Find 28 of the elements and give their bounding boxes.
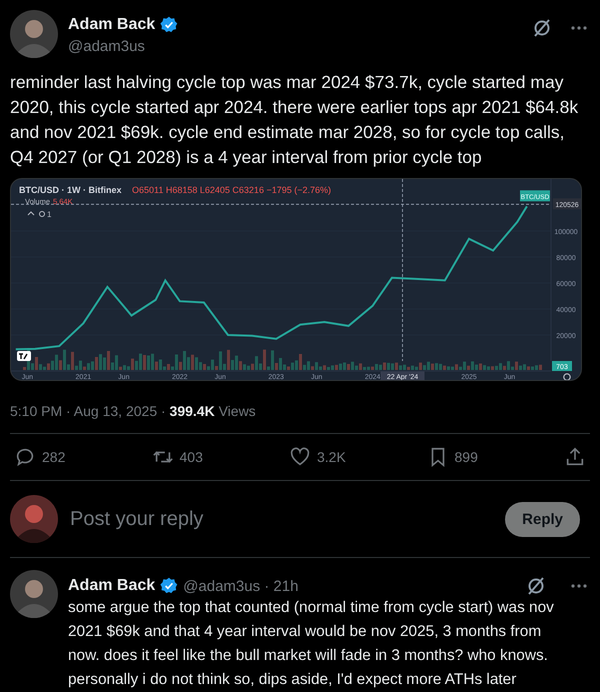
more-icon[interactable] [570, 25, 588, 31]
reply-input-field[interactable]: Post your reply [68, 506, 496, 532]
post-text: reminder last halving cycle top was mar 2024 $73.7k, cycle started may 2020, this cycle started apr 2024. there were earlier tops apr 2021 $64.8k and nov 2021 $69k. cycle end estimate mar 2028, so for cycle top calls, Q4 2027 (or Q1 2028) is a 4 year interval from prior cycle top [10, 71, 580, 169]
reply-button[interactable]: Reply [505, 502, 580, 537]
settings-icon[interactable] [563, 373, 571, 380]
ohlc-values: O65011 H68158 L62405 C63216 −1795 (−2.76%) [132, 185, 331, 195]
author-name[interactable]: Adam Back [68, 16, 156, 34]
bookmark-action[interactable]: 899 [426, 446, 526, 468]
comment-icon [14, 446, 36, 468]
slashed-circle-icon[interactable] [532, 18, 552, 38]
avatar[interactable] [10, 495, 58, 544]
reply-action[interactable]: 282 [14, 446, 114, 468]
like-action[interactable]: 3.2K [289, 446, 389, 468]
author-name[interactable]: Adam Back [68, 577, 156, 595]
author-handle[interactable]: @adam3us · 21h [183, 578, 298, 594]
eye-icon[interactable] [39, 211, 45, 217]
collapse-icon[interactable] [28, 211, 34, 216]
avatar[interactable] [10, 10, 58, 58]
repost-action[interactable]: 403 [152, 446, 252, 468]
chart-symbol: BTC/USD · 1W · Bitfinex [19, 185, 122, 195]
slashed-circle-icon[interactable] [526, 576, 546, 596]
author-handle[interactable]: @adam3us [68, 38, 522, 55]
more-icon[interactable] [570, 583, 588, 589]
avatar[interactable] [10, 570, 58, 618]
indicator-count: 1 [47, 210, 52, 219]
tradingview-logo-icon [17, 351, 31, 361]
reply-text: some argue the top that counted (normal time from cycle start) was nov 2021 $69k and that 4 year interval would be nov 2025, 3 months from now. does it feel like the bull market will fade in 3 months? who knows. personally i do not think so, dips aside, I'd expect more ATHs later [68, 598, 555, 690]
post-meta: 5:10 PM · Aug 13, 2025 · 399.4K Views [10, 403, 257, 420]
